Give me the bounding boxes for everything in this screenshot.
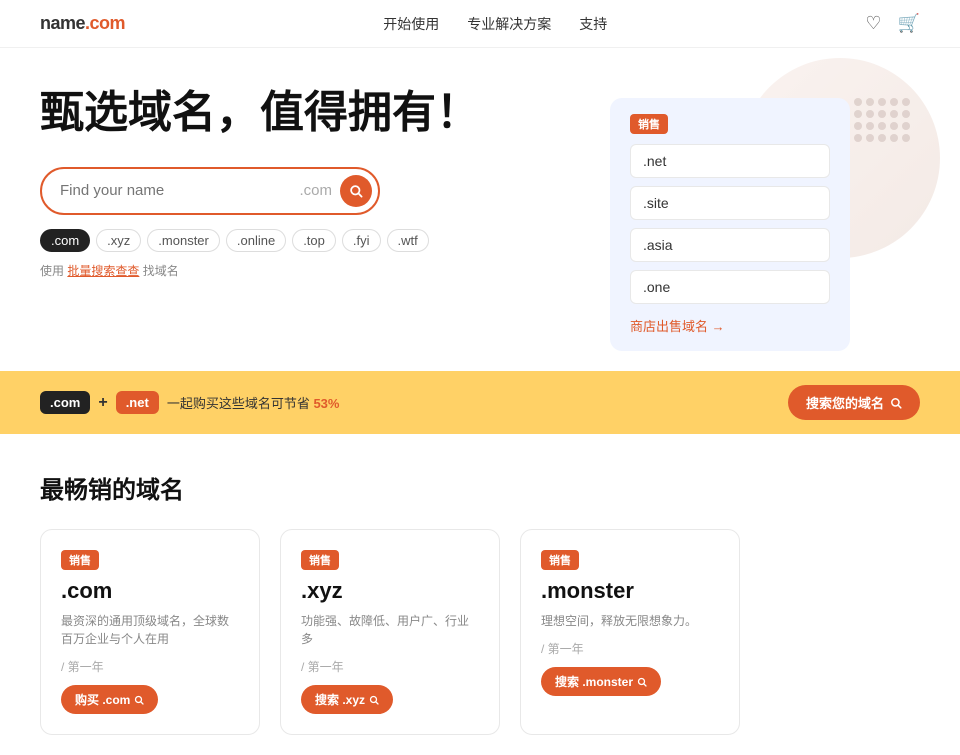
card-com-desc: 最资深的通用顶级域名，全球数百万企业与个人在用	[61, 612, 239, 648]
bulk-suffix: 找域名	[143, 264, 179, 278]
bestsellers-section: 最畅销的域名 销售 .com 最资深的通用顶级域名，全球数百万企业与个人在用 /…	[0, 434, 960, 755]
card-xyz: 销售 .xyz 功能强、故障低、用户广、行业多 / 第一年 搜索 .xyz	[280, 529, 500, 735]
shop-link[interactable]: 商店出售域名 →	[630, 316, 725, 335]
card-com-price: / 第一年	[61, 658, 239, 675]
card-com-ext: .com	[61, 578, 239, 604]
domain-item-asia[interactable]: .asia	[630, 228, 830, 262]
card-com-badge: 销售	[61, 550, 99, 570]
promo-plus: +	[98, 394, 107, 412]
search-input[interactable]	[60, 182, 291, 199]
promo-text: 一起购买这些域名可节省 53%	[167, 393, 340, 412]
tld-tag-fyi[interactable]: .fyi	[342, 229, 381, 252]
nav-start[interactable]: 开始使用	[383, 14, 439, 34]
heart-icon[interactable]: ♡	[865, 13, 881, 34]
card-monster-btn[interactable]: 搜索 .monster	[541, 667, 661, 696]
header-icons: ♡ 🛒	[865, 13, 920, 34]
promo-search-button[interactable]: 搜索您的域名	[788, 385, 920, 420]
sale-badge: 销售	[630, 114, 668, 134]
tld-tag-monster[interactable]: .monster	[147, 229, 220, 252]
domain-item-one[interactable]: .one	[630, 270, 830, 304]
search-icon	[349, 184, 363, 198]
card-xyz-price: / 第一年	[301, 658, 479, 675]
hero-left: 甄选域名，值得拥有！ .com .com .xyz .monster .onli…	[40, 88, 480, 279]
card-monster-price: / 第一年	[541, 640, 719, 657]
domain-item-site[interactable]: .site	[630, 186, 830, 220]
promo-badge-com: .com	[40, 391, 90, 414]
card-com-btn[interactable]: 购买 .com	[61, 685, 158, 714]
card-monster: 销售 .monster 理想空间，释放无限想象力。 / 第一年 搜索 .mons…	[520, 529, 740, 735]
bulk-search-link[interactable]: 批量搜索查查	[67, 264, 139, 278]
promo-badge-net: .net	[116, 391, 159, 414]
main-nav: 开始使用 专业解决方案 支持	[383, 14, 607, 34]
bulk-label: 使用	[40, 264, 64, 278]
tld-tags: .com .xyz .monster .online .top .fyi .wt…	[40, 229, 480, 252]
search-box: .com	[40, 167, 380, 215]
bulk-search: 使用 批量搜索查查 找域名	[40, 262, 480, 279]
card-xyz-badge: 销售	[301, 550, 339, 570]
domain-card: 销售 .net .site .asia .one 商店出售域名 →	[610, 98, 850, 351]
promo-search-icon	[890, 397, 902, 409]
cards-row: 销售 .com 最资深的通用顶级域名，全球数百万企业与个人在用 / 第一年 购买…	[40, 529, 920, 735]
section-title: 最畅销的域名	[40, 470, 920, 505]
card-monster-ext: .monster	[541, 578, 719, 604]
card-com-search-icon	[134, 695, 144, 705]
nav-solutions[interactable]: 专业解决方案	[467, 14, 551, 34]
header: name.com 开始使用 专业解决方案 支持 ♡ 🛒	[0, 0, 960, 48]
card-xyz-ext: .xyz	[301, 578, 479, 604]
hero-section: 甄选域名，值得拥有！ .com .com .xyz .monster .onli…	[0, 48, 960, 371]
hero-right: 销售 .net .site .asia .one 商店出售域名 →	[580, 88, 920, 351]
card-monster-btn-label: 搜索 .monster	[555, 673, 633, 690]
card-monster-desc: 理想空间，释放无限想象力。	[541, 612, 719, 630]
card-com: 销售 .com 最资深的通用顶级域名，全球数百万企业与个人在用 / 第一年 购买…	[40, 529, 260, 735]
search-suffix: .com	[299, 182, 332, 199]
cart-icon[interactable]: 🛒	[898, 13, 920, 34]
decorative-dots	[854, 98, 910, 142]
card-monster-badge: 销售	[541, 550, 579, 570]
promo-highlight: 53%	[313, 396, 339, 411]
promo-text-main: 一起购买这些域名可节省	[167, 396, 310, 411]
card-xyz-search-icon	[369, 695, 379, 705]
domain-item-net[interactable]: .net	[630, 144, 830, 178]
tld-tag-top[interactable]: .top	[292, 229, 336, 252]
promo-left: .com + .net 一起购买这些域名可节省 53%	[40, 391, 339, 414]
promo-btn-label: 搜索您的域名	[806, 393, 884, 412]
card-xyz-desc: 功能强、故障低、用户广、行业多	[301, 612, 479, 648]
card-xyz-btn[interactable]: 搜索 .xyz	[301, 685, 393, 714]
tld-tag-wtf[interactable]: .wtf	[387, 229, 429, 252]
card-com-btn-label: 购买 .com	[75, 691, 130, 708]
search-button[interactable]	[340, 175, 372, 207]
tld-tag-online[interactable]: .online	[226, 229, 286, 252]
hero-title: 甄选域名，值得拥有！	[40, 88, 480, 139]
tld-tag-xyz[interactable]: .xyz	[96, 229, 141, 252]
nav-support[interactable]: 支持	[579, 14, 607, 34]
logo: name.com	[40, 13, 125, 34]
card-xyz-btn-label: 搜索 .xyz	[315, 691, 365, 708]
card-monster-search-icon	[637, 677, 647, 687]
tld-tag-com[interactable]: .com	[40, 229, 90, 252]
promo-banner: .com + .net 一起购买这些域名可节省 53% 搜索您的域名	[0, 371, 960, 434]
